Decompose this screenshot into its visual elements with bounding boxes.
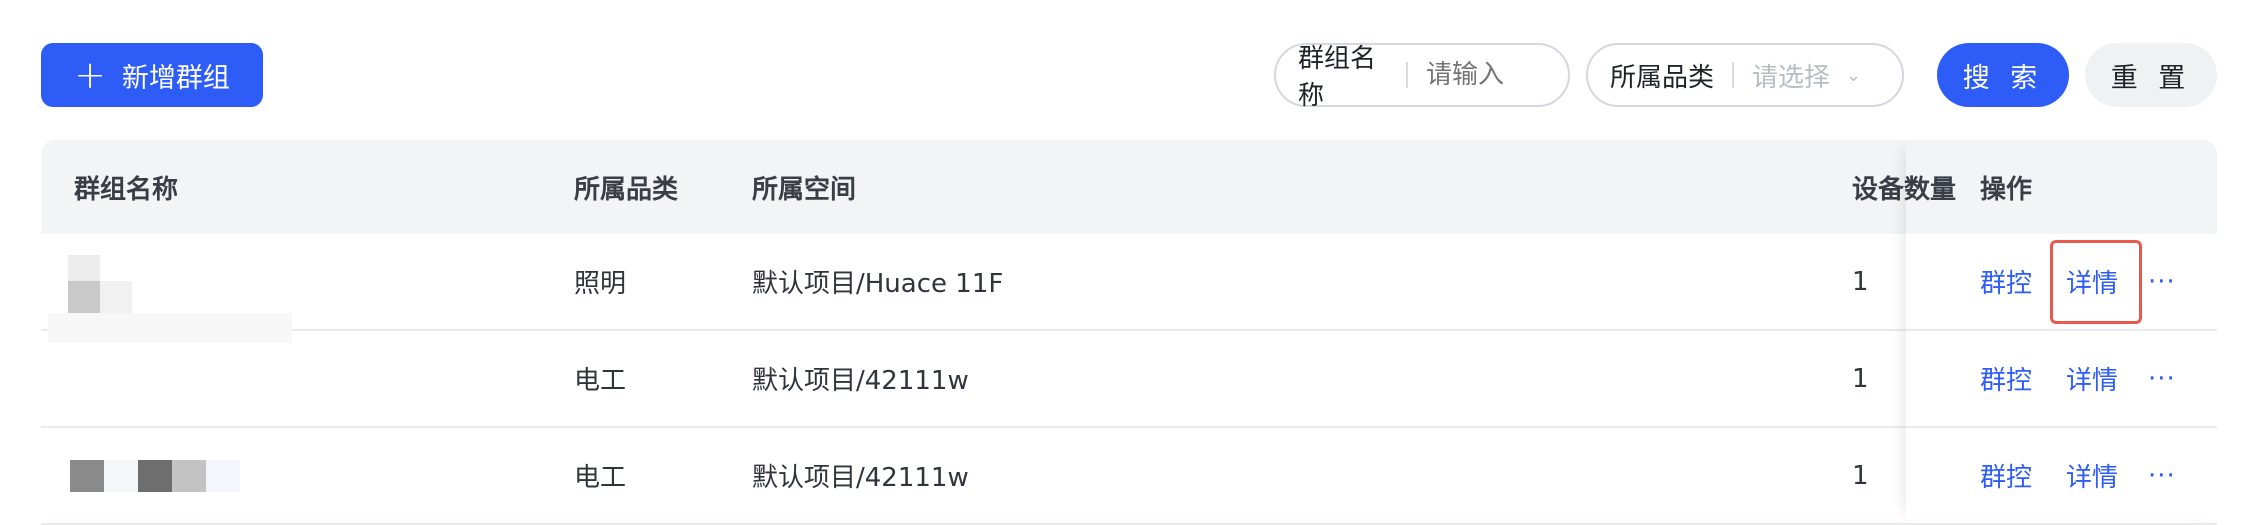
more-icon[interactable]: ··· [2148, 461, 2176, 491]
table-header: 群组名称 所属品类 所属空间 设备数量 操作 [41, 140, 2217, 234]
group-control-link[interactable]: 群控 [1980, 457, 2032, 494]
reset-button[interactable]: 重 置 [2085, 43, 2217, 107]
group-name-filter-label: 群组名称 [1298, 44, 1377, 111]
row-category: 照明 [574, 269, 627, 299]
header-device-count: 设备数量 [1852, 174, 1957, 205]
chevron-down-icon: ⌄ [1846, 64, 1862, 86]
add-group-button[interactable]: + 新增群组 [41, 43, 263, 107]
search-button[interactable]: 搜 索 [1937, 43, 2069, 107]
add-group-label: 新增群组 [121, 62, 230, 94]
group-name-filter[interactable]: 群组名称 [1274, 43, 1570, 111]
row-operations: 群控 详情 ··· [1980, 331, 2176, 426]
filter-divider [1732, 62, 1735, 88]
row-category: 电工 [574, 366, 627, 396]
group-name-input[interactable] [1426, 60, 1546, 90]
header-operations: 操作 [1980, 174, 2033, 205]
highlight-box [2050, 240, 2142, 324]
table-row: 照明 默认项目/Huace 11F 1 群控 详情 ··· [41, 234, 2217, 343]
group-control-link[interactable]: 群控 [1980, 263, 2032, 300]
row-device-count: 1 [1852, 363, 1869, 394]
group-control-link[interactable]: 群控 [1980, 360, 2032, 397]
plus-icon: + [74, 53, 106, 97]
category-select[interactable]: 请选择 [1752, 57, 1830, 94]
category-filter-label: 所属品类 [1610, 62, 1715, 93]
row-space: 默认项目/Huace 11F [752, 269, 1004, 299]
row-space: 默认项目/42111w [752, 463, 969, 493]
row-space: 默认项目/42111w [752, 366, 969, 396]
header-space: 所属空间 [752, 174, 857, 205]
row-category: 电工 [574, 463, 627, 493]
group-table: 群组名称 所属品类 所属空间 设备数量 操作 照明 默认项目/Huace 11F… [41, 140, 2217, 525]
header-category: 所属品类 [574, 174, 679, 205]
table-row: 电工 默认项目/42111w 1 群控 详情 ··· [41, 428, 2217, 525]
header-group-name: 群组名称 [74, 174, 179, 205]
row-operations: 群控 详情 ··· [1980, 428, 2176, 523]
table-row: 电工 默认项目/42111w 1 群控 详情 ··· [41, 331, 2217, 428]
detail-link[interactable]: 详情 [2066, 360, 2118, 397]
detail-link[interactable]: 详情 [2066, 457, 2118, 494]
filter-divider [1406, 62, 1408, 88]
row-device-count: 1 [1852, 460, 1869, 491]
category-filter[interactable]: 所属品类 请选择 ⌄ [1586, 43, 1904, 107]
more-icon[interactable]: ··· [2148, 267, 2176, 297]
row-device-count: 1 [1852, 266, 1869, 297]
more-icon[interactable]: ··· [2148, 364, 2176, 394]
